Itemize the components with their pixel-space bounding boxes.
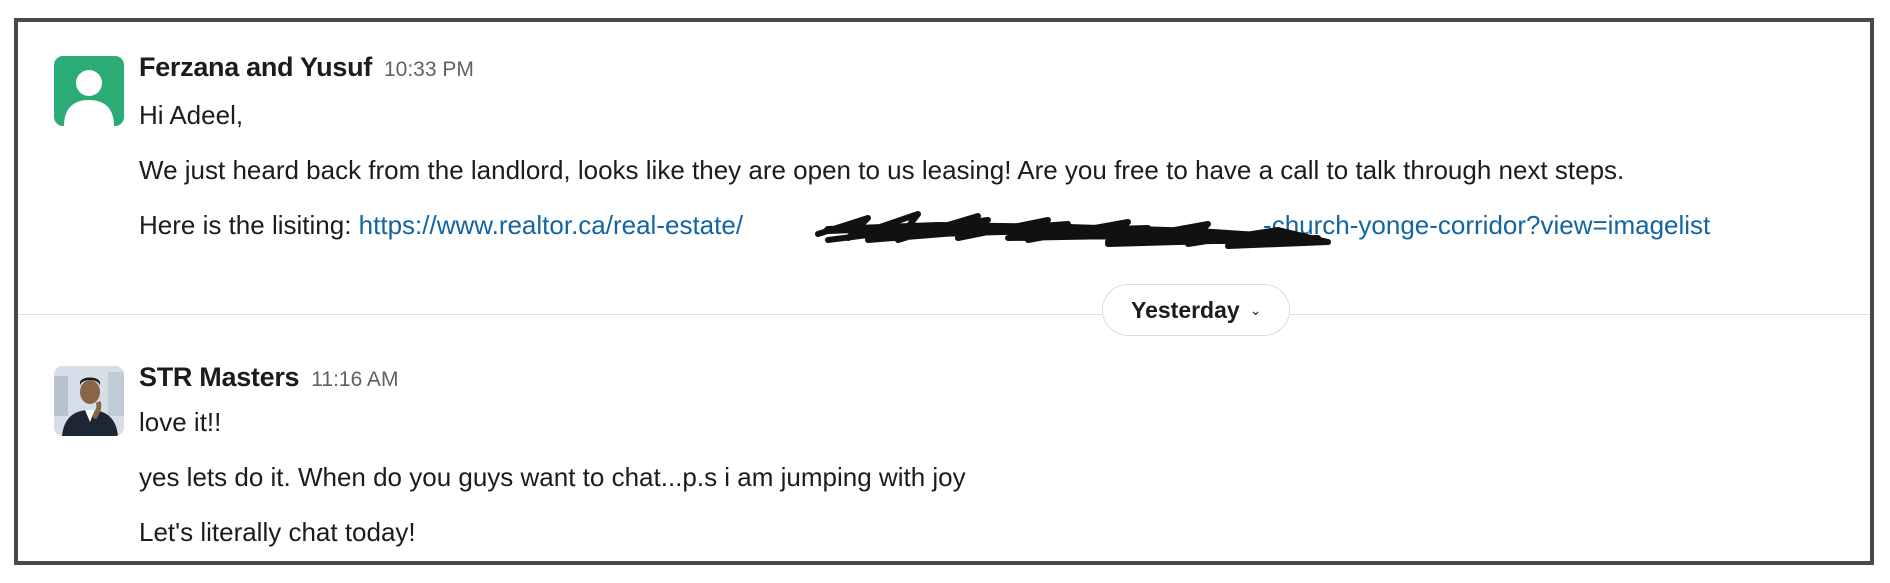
- sender-name[interactable]: Ferzana and Yusuf: [139, 52, 372, 82]
- avatar[interactable]: [54, 56, 124, 126]
- listing-prefix: Here is the lisiting:: [139, 210, 359, 240]
- chat-window: Ferzana and Yusuf 10:33 PM Hi Adeel, We j…: [14, 18, 1874, 565]
- redaction-scribble: [815, 211, 1331, 249]
- chevron-down-icon: ⌄: [1249, 301, 1262, 318]
- date-divider-button[interactable]: Yesterday ⌄: [1102, 284, 1291, 336]
- sender-name[interactable]: STR Masters: [139, 362, 300, 392]
- message-text: Hi Adeel,: [139, 100, 244, 130]
- message-text: yes lets do it. When do you guys want to…: [139, 462, 966, 492]
- date-divider-label: Yesterday: [1131, 296, 1240, 323]
- timestamp[interactable]: 11:16 AM: [311, 368, 398, 391]
- message-header: STR Masters 11:16 AM: [139, 362, 398, 393]
- message-text: We just heard back from the landlord, lo…: [139, 155, 1625, 185]
- message-header: Ferzana and Yusuf 10:33 PM: [139, 52, 474, 83]
- message-text: Let's literally chat today!: [139, 517, 416, 547]
- listing-link-start: https://www.realtor.ca/real-estate/: [358, 210, 744, 240]
- date-divider-line: [18, 314, 1870, 315]
- message-text: love it!!: [139, 407, 222, 437]
- avatar[interactable]: [54, 366, 124, 436]
- timestamp[interactable]: 10:33 PM: [384, 58, 474, 81]
- profile-photo: [54, 366, 124, 436]
- user-silhouette-icon: [64, 70, 114, 126]
